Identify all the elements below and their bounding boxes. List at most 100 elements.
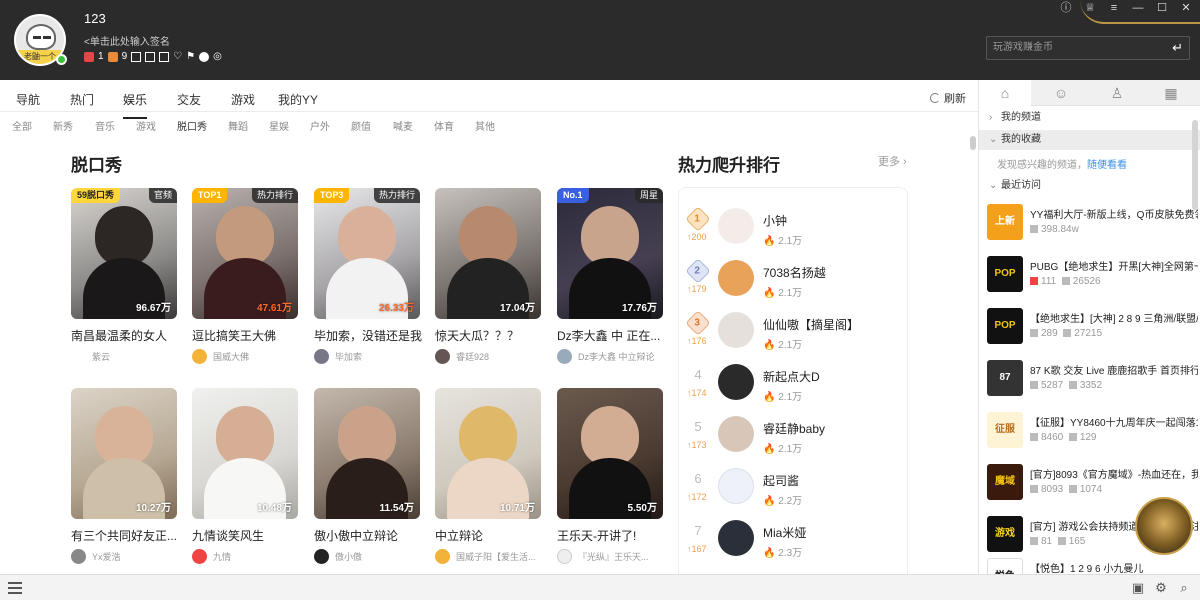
home-icon[interactable]: ⌂ — [979, 80, 1031, 106]
card-owner[interactable]: 『光纵』王乐天... — [557, 549, 649, 564]
refresh-button[interactable]: 刷新 — [930, 90, 966, 106]
subtab-other[interactable]: 其他 — [475, 118, 495, 133]
tab-social[interactable]: 交友 — [177, 91, 201, 108]
card-title[interactable]: 九情谈笑风生 — [192, 527, 302, 544]
my-channels-item[interactable]: › 我的频道 — [979, 108, 1200, 128]
menu-icon[interactable]: ≡ — [1108, 2, 1120, 14]
subtab-outdoor[interactable]: 户外 — [310, 118, 330, 133]
card-thumbnail[interactable]: 10.27万 — [71, 388, 177, 519]
heart-icon[interactable]: ♡ — [173, 51, 182, 62]
recent-channel[interactable]: POP PUBG【绝地求生】开黑[大神]全网第一 111 26526 — [987, 256, 1200, 304]
card-owner[interactable]: 毕加索 — [314, 349, 362, 364]
subtab-all[interactable]: 全部 — [12, 118, 32, 133]
subtab-new[interactable]: 新秀 — [53, 118, 73, 133]
subtab-dance[interactable]: 舞蹈 — [228, 118, 248, 133]
card-thumbnail[interactable]: TOP1 热力排行 47.61万 — [192, 188, 298, 319]
card-title[interactable]: 有三个共同好友正... — [71, 527, 181, 544]
rank-row[interactable]: 4 ↑174 新起点大D 🔥 2.1万 — [679, 360, 907, 412]
card-thumbnail[interactable]: 5.50万 — [557, 388, 663, 519]
card-title[interactable]: 毕加索，没错还是我 — [314, 327, 424, 344]
subtab-shout[interactable]: 喊麦 — [393, 118, 413, 133]
subtab-music[interactable]: 音乐 — [95, 118, 115, 133]
subtab-games[interactable]: 游戏 — [136, 118, 156, 133]
floating-game-icon[interactable] — [1135, 497, 1193, 555]
level-icon[interactable] — [145, 51, 156, 62]
card-title[interactable]: 王乐天-开讲了! — [557, 527, 667, 544]
card-owner[interactable]: 九情 — [192, 549, 231, 564]
recent-channel[interactable]: 87 87 K歌 交友 Live 鹿鹿招歌手 首页排行榜 5287 3352 — [987, 360, 1200, 408]
search-icon[interactable]: ⌕ — [1176, 580, 1192, 596]
tab-games[interactable]: 游戏 — [231, 91, 255, 108]
card-owner[interactable]: 国威大佛 — [192, 349, 249, 364]
card-owner[interactable]: 睿廷928 — [435, 349, 489, 364]
card-title[interactable]: 逗比搞笑王大佛 — [192, 327, 302, 344]
card-thumbnail[interactable]: 10.71万 — [435, 388, 541, 519]
recent-meta: 111 26526 — [1030, 276, 1101, 287]
main-scrollbar[interactable] — [970, 136, 976, 150]
card-title[interactable]: 惊天大瓜？？？ — [435, 327, 545, 344]
subtab-talkshow[interactable]: 脱口秀 — [177, 118, 207, 133]
card-thumbnail[interactable]: No.1 周星 17.76万 — [557, 188, 663, 319]
card-title[interactable]: 傲小傲中立辩论 — [314, 527, 424, 544]
minimize-button[interactable]: — — [1132, 2, 1144, 14]
vip-icon[interactable] — [131, 51, 142, 62]
my-favorites-item[interactable]: ⌄ 我的收藏 — [979, 130, 1200, 150]
card-owner[interactable]: Yx爱浩 — [71, 549, 121, 564]
tab-entertainment[interactable]: 娱乐 — [123, 91, 148, 119]
card-owner[interactable]: 国威子阳【爱生活... — [435, 549, 536, 564]
rank-row[interactable]: 6 ↑172 起司酱 🔥 2.2万 — [679, 464, 907, 516]
rank-row[interactable]: 7 ↑167 Mia米娅 🔥 2.3万 — [679, 516, 907, 568]
recent-visits-item[interactable]: ⌄ 最近访问 — [979, 176, 1200, 196]
card-thumbnail[interactable]: 10.48万 — [192, 388, 298, 519]
card-thumbnail[interactable]: 11.54万 — [314, 388, 420, 519]
subtab-looks[interactable]: 颜值 — [351, 118, 371, 133]
sidebar-scrollbar[interactable] — [1192, 120, 1198, 210]
info-icon[interactable]: ⓘ — [1060, 2, 1072, 14]
video-camera-icon[interactable]: ▣ — [1130, 580, 1146, 596]
rank-badge: 热力排行 — [373, 188, 420, 203]
card-owner[interactable]: 傲小傲 — [314, 549, 362, 564]
enter-icon[interactable]: ↵ — [1172, 37, 1183, 59]
coin-icon[interactable] — [199, 51, 210, 62]
rank-row[interactable]: 5 ↑173 睿廷静baby 🔥 2.1万 — [679, 412, 907, 464]
recent-channel[interactable]: 征服 【征服】YY8460十九周年庆一起闯落19 8460 129 — [987, 412, 1200, 460]
eye-icon[interactable]: ◎ — [213, 51, 222, 62]
card-owner[interactable]: 紫云 — [71, 349, 110, 364]
video-icon[interactable] — [159, 51, 170, 62]
rank-row[interactable]: 3 ↑176 仙仙嗷【摘星阁】 🔥 2.1万 — [679, 308, 907, 360]
recent-channel[interactable]: POP 【绝地求生】[大神] 2 8 9 三角洲/联盟/ 289 27215 — [987, 308, 1200, 356]
card-thumbnail[interactable]: TOP3 热力排行 26.33万 — [314, 188, 420, 319]
signature-input[interactable]: <单击此处输入签名 — [84, 33, 170, 48]
rank-row[interactable]: 2 ↑179 7038名扬越 🔥 2.1万 — [679, 256, 907, 308]
card-title[interactable]: 中立辩论 — [435, 527, 545, 544]
tab-nav[interactable]: 导航 — [16, 91, 40, 108]
card-thumbnail[interactable]: 17.04万 — [435, 188, 541, 319]
username[interactable]: 123 — [84, 11, 106, 26]
skin-icon[interactable]: ♕ — [1084, 2, 1096, 14]
more-link[interactable]: 更多 › — [878, 153, 907, 169]
browse-link[interactable]: 随便看看 — [1087, 160, 1127, 171]
card-thumbnail[interactable]: 59脱口秀 官频 96.67万 — [71, 188, 177, 319]
card-owner[interactable]: Dz李大鑫 中立辩论 — [557, 349, 655, 364]
game-search-input[interactable]: 玩游戏赚金币 ↵ — [986, 36, 1190, 60]
friends-icon[interactable]: ♙ — [1091, 80, 1143, 106]
card-title[interactable]: 南昌最温柔的女人 — [71, 327, 181, 344]
recent-channel[interactable]: 悦色 【悦色】1 2 9 6 小九曼儿 1296 5290 — [987, 558, 1200, 574]
subtab-star[interactable]: 星娱 — [269, 118, 289, 133]
gift-badge-icon[interactable] — [107, 51, 118, 62]
game-badge-icon[interactable] — [84, 51, 94, 62]
card-title[interactable]: Dz李大鑫 中 正在... — [557, 327, 667, 344]
settings-icon[interactable]: ⚙ — [1153, 580, 1169, 596]
recent-label: 最近访问 — [1001, 180, 1041, 191]
user-icon[interactable]: ☺ — [1035, 80, 1087, 106]
tab-my-yy[interactable]: 我的YY — [278, 91, 318, 108]
tab-hot[interactable]: 热门 — [70, 91, 94, 108]
flag-icon[interactable]: ⚑ — [186, 51, 195, 62]
maximize-button[interactable]: ☐ — [1156, 2, 1168, 14]
close-button[interactable]: ✕ — [1180, 2, 1192, 14]
recent-channel[interactable]: 上新 YY福利大厅-新版上线，Q币皮肤免费领 398.84w — [987, 204, 1200, 252]
rank-row[interactable]: 1 ↑200 小钟 🔥 2.1万 — [679, 204, 907, 256]
apps-grid-icon[interactable]: ▦ — [1145, 80, 1197, 106]
subtab-sports[interactable]: 体育 — [434, 118, 454, 133]
hamburger-menu-icon[interactable] — [8, 582, 22, 594]
